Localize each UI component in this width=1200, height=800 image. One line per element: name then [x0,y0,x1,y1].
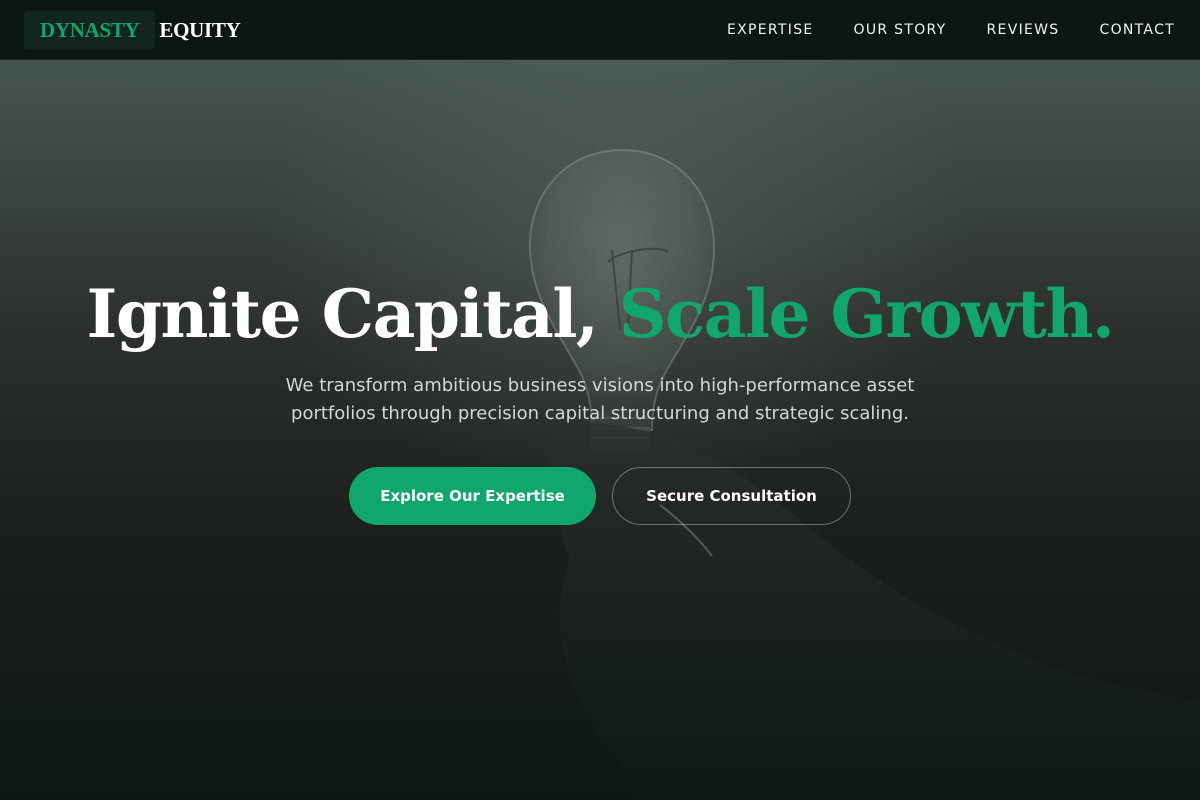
secure-consultation-button[interactable]: Secure Consultation [612,467,851,525]
hero-headline: Ignite Capital, Scale Growth. [0,272,1200,356]
nav-item-contact[interactable]: CONTACT [1100,22,1176,38]
brand-logo[interactable]: DYNASTY EQUITY [24,11,241,49]
site-header: DYNASTY EQUITY EXPERTISE OUR STORY REVIE… [0,0,1200,60]
headline-green-part: Scale Growth. [618,275,1115,353]
nav-item-reviews[interactable]: REVIEWS [987,22,1060,38]
hero-subtext: We transform ambitious business visions … [285,375,915,424]
explore-expertise-button[interactable]: Explore Our Expertise [349,467,596,525]
nav-item-expertise[interactable]: EXPERTISE [727,22,814,38]
main-nav: EXPERTISE OUR STORY REVIEWS CONTACT [687,0,1175,60]
nav-item-our-story[interactable]: OUR STORY [854,22,947,38]
brand-name: EQUITY [159,17,241,42]
brand-mark: DYNASTY [24,11,156,49]
headline-white-part: Ignite Capital, [86,275,599,353]
